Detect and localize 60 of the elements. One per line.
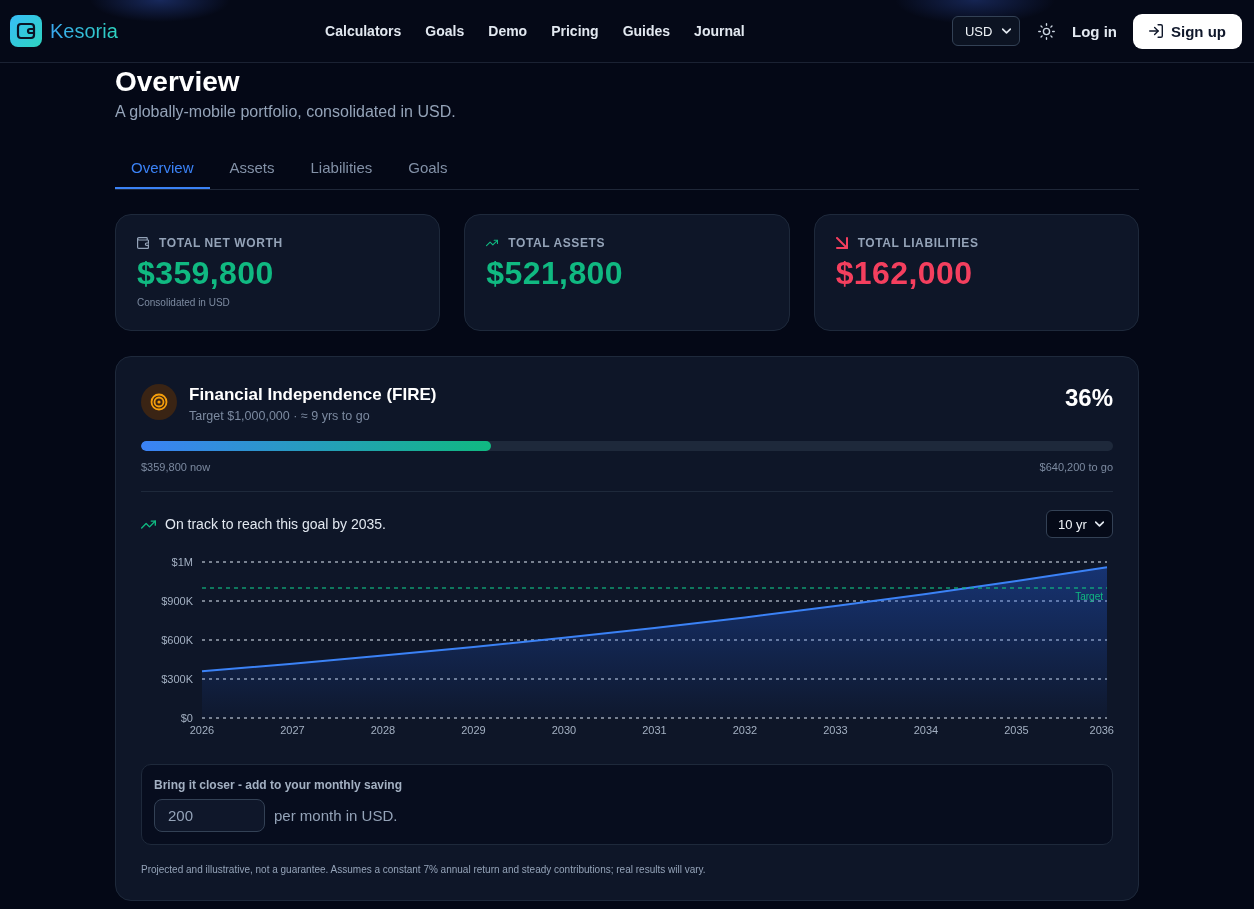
goal-subtitle: Target $1,000,000 · ≈ 9 yrs to go (189, 408, 371, 425)
progress-now-label: $359,800 now (141, 460, 211, 474)
page-subtitle: A globally-mobile portfolio, consolidated in USD. (115, 102, 457, 122)
y-axis-label: $0 (180, 712, 193, 724)
nav-link[interactable]: Journal (694, 23, 745, 39)
x-axis-label: 2036 (1089, 724, 1114, 736)
caret-icon (1095, 521, 1104, 527)
progress-to-go-label: $640,200 to go (1039, 460, 1113, 474)
nav-link[interactable]: Demo (488, 23, 528, 39)
wallet-logo-icon (10, 15, 42, 47)
target-icon (141, 384, 177, 420)
stat-label: TOTAL NET WORTH (159, 236, 283, 250)
disclaimer-text: Projected and illustrative, not a guarantee. Assumes a constant 7% annual return and steady contributions; real results will vary. (141, 864, 707, 876)
enter-arrow-icon (1149, 24, 1163, 38)
trend-up-icon (486, 237, 499, 249)
boost-suffix: per month in USD. (274, 807, 398, 824)
x-axis-label: 2027 (280, 724, 305, 736)
nav-link[interactable]: Pricing (551, 23, 599, 39)
monthly-saving-input[interactable]: 200 (154, 799, 265, 832)
stat-label: TOTAL ASSETS (508, 236, 606, 250)
stat-note: Consolidated in USD (137, 296, 231, 310)
goal-title: Financial Independence (FIRE) (189, 384, 438, 406)
x-axis-label: 2032 (732, 724, 758, 736)
tab[interactable]: Overview (115, 148, 210, 189)
x-axis-label: 2028 (370, 724, 396, 736)
x-axis-label: 2030 (551, 724, 577, 736)
x-axis-label: 2026 (189, 724, 215, 736)
tab[interactable]: Goals (392, 148, 464, 189)
x-axis-label: 2033 (823, 724, 848, 736)
stat-label: TOTAL LIABILITIES (857, 236, 979, 250)
nav-link[interactable]: Calculators (325, 23, 402, 39)
wallet-icon (137, 237, 149, 249)
trend-up-icon (141, 519, 156, 529)
stat-value: $359,800 (137, 255, 275, 291)
currency-select[interactable]: USD (952, 16, 1020, 46)
goal-percent: 36% (1064, 384, 1113, 412)
arrow-down-right-icon (835, 237, 848, 249)
nav-link[interactable]: Goals (425, 23, 465, 39)
tab[interactable]: Liabilities (294, 148, 389, 189)
x-axis-label: 2035 (1004, 724, 1029, 736)
sun-icon[interactable] (1038, 22, 1055, 40)
stat-value: $521,800 (486, 255, 624, 291)
x-axis-label: 2034 (913, 724, 939, 736)
x-axis-label: 2029 (461, 724, 486, 736)
nav-link[interactable]: Guides (622, 23, 671, 39)
tab[interactable]: Assets (213, 148, 291, 189)
boost-label: Bring it closer - add to your monthly saving (154, 777, 404, 793)
x-axis-label: 2031 (642, 724, 667, 736)
page-title: Overview (115, 65, 241, 99)
y-axis-label: $900K (161, 595, 193, 607)
y-axis-label: $1M (171, 556, 193, 568)
caret-icon (1002, 28, 1011, 34)
login-link[interactable]: Log in (1072, 22, 1117, 40)
y-axis-label: $300K (161, 673, 193, 685)
y-axis-label: $600K (161, 634, 193, 646)
stat-value: $162,000 (835, 255, 974, 291)
range-select[interactable]: 10 yr (1046, 510, 1113, 538)
status-text: On track to reach this goal by 2035. (165, 516, 386, 532)
target-label: Target (1075, 591, 1103, 602)
signup-button[interactable]: Sign up (1133, 13, 1242, 49)
